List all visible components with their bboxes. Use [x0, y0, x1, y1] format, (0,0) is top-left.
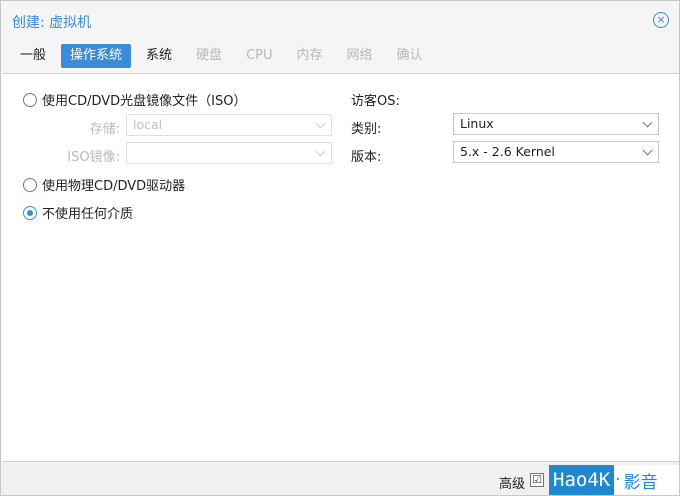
watermark-text: 影音 [623, 472, 658, 493]
wizard-tabs: 一般 操作系统 系统 硬盘 CPU 内存 网络 确认 [11, 44, 438, 68]
radio-use-physical[interactable]: 使用物理CD/DVD驱动器 [23, 175, 185, 194]
os-type-value: Linux [460, 116, 494, 131]
tab-system[interactable]: 系统 [137, 44, 181, 68]
chevron-down-icon [642, 145, 653, 156]
tab-network: 网络 [346, 48, 373, 63]
iso-image-select [126, 142, 332, 164]
watermark-box-text: Hao4K [549, 465, 615, 495]
dialog-title: 创建: 虚拟机 [12, 15, 92, 31]
radio-iso-label: 使用CD/DVD光盘镜像文件（ISO） [42, 94, 247, 109]
watermark-logo: Hao4K · 影音 [549, 465, 679, 495]
tab-memory: 内存 [296, 48, 323, 63]
tab-os[interactable]: 操作系统 [61, 44, 132, 68]
radio-none-button[interactable] [23, 205, 37, 220]
chevron-down-icon [315, 146, 326, 157]
iso-image-label: ISO镜像: [67, 150, 120, 165]
storage-select: local [126, 114, 332, 136]
tab-general[interactable]: 一般 [11, 44, 55, 68]
os-version-value: 5.x - 2.6 Kernel [460, 144, 555, 159]
guest-os-heading: 访客OS: [351, 94, 400, 109]
os-version-select[interactable]: 5.x - 2.6 Kernel [453, 141, 659, 163]
dialog-titlebar: 创建: 虚拟机 × [1, 1, 679, 39]
close-icon[interactable]: × [653, 12, 669, 28]
tab-disk: 硬盘 [196, 48, 223, 63]
storage-value: local [133, 117, 163, 132]
os-version-label: 版本: [351, 150, 382, 165]
radio-physical-button[interactable] [23, 177, 37, 192]
tab-confirm: 确认 [396, 48, 423, 63]
chevron-down-icon [642, 117, 653, 128]
tab-cpu: CPU [246, 48, 273, 63]
radio-no-media[interactable]: 不使用任何介质 [23, 203, 133, 222]
advanced-checkbox[interactable]: ☑ [530, 473, 544, 487]
storage-label: 存储: [89, 122, 120, 137]
advanced-label: 高级 [498, 477, 525, 492]
radio-iso-button[interactable] [23, 92, 37, 107]
radio-use-iso[interactable]: 使用CD/DVD光盘镜像文件（ISO） [23, 90, 246, 109]
os-type-label: 类别: [351, 122, 382, 137]
chevron-down-icon [315, 118, 326, 129]
radio-physical-label: 使用物理CD/DVD驱动器 [42, 179, 186, 194]
os-panel: 使用CD/DVD光盘镜像文件（ISO） 存储: local ISO镜像: 使用物… [2, 73, 679, 462]
os-type-select[interactable]: Linux [453, 113, 659, 135]
create-vm-dialog: 创建: 虚拟机 × 一般 操作系统 系统 硬盘 CPU 内存 网络 确认 使用C… [0, 0, 680, 496]
radio-none-label: 不使用任何介质 [42, 207, 134, 222]
